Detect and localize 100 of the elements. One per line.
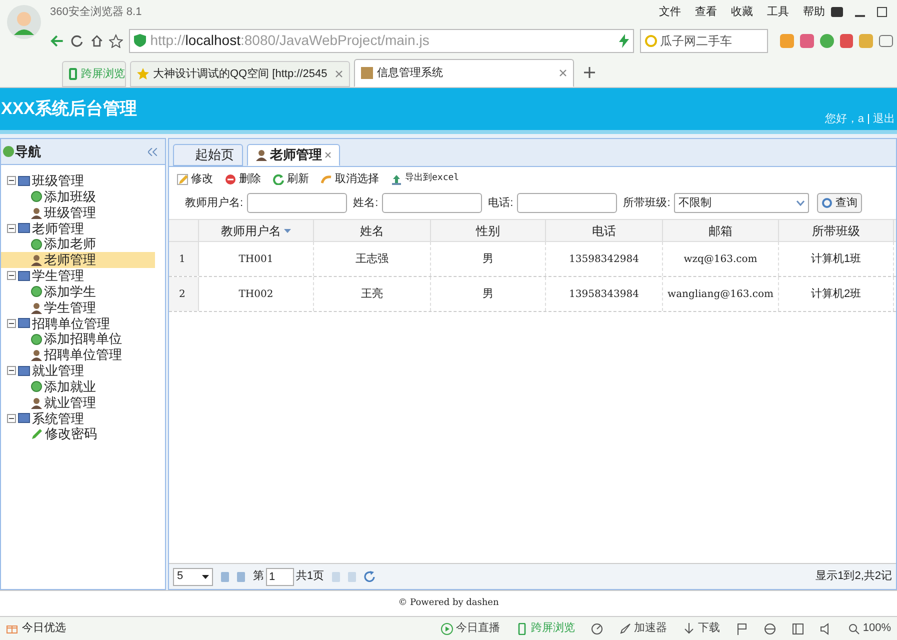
page-count: 共1页 xyxy=(296,569,324,584)
footer-text: © Powered by dashen xyxy=(398,596,499,610)
menu-item[interactable]: 查看 xyxy=(695,4,717,20)
flag-icon[interactable] xyxy=(736,622,748,634)
nav-group[interactable]: 招聘单位管理 xyxy=(32,316,110,331)
new-tab-button[interactable] xyxy=(584,67,595,78)
table-cell: 13958343984 xyxy=(546,277,663,311)
search-engine-icon[interactable] xyxy=(644,34,657,47)
column-header[interactable]: 所带班级 xyxy=(779,220,894,241)
gift-icon[interactable] xyxy=(6,623,18,634)
rocket-icon xyxy=(618,622,631,634)
nav-item[interactable]: 添加就业 xyxy=(1,378,165,394)
field-label: 所带班级: xyxy=(623,196,670,211)
column-header[interactable]: 电话 xyxy=(546,220,663,241)
app-title: XXX系统后台管理 xyxy=(1,98,138,120)
collapse-icon[interactable] xyxy=(148,148,157,156)
avatar-icon[interactable] xyxy=(6,4,42,40)
lightning-icon[interactable] xyxy=(618,34,629,48)
status-item[interactable]: 下载 xyxy=(682,620,720,637)
add-icon xyxy=(31,191,42,202)
game-icon[interactable] xyxy=(879,34,893,47)
toggle-icon[interactable] xyxy=(7,224,16,233)
toggle-icon[interactable] xyxy=(7,176,16,186)
nav-item[interactable]: 修改密码 xyxy=(1,426,165,442)
close-icon[interactable] xyxy=(325,152,331,158)
input-field[interactable] xyxy=(517,193,618,213)
nav-item[interactable]: 添加班级 xyxy=(1,188,165,204)
download-icon xyxy=(682,622,695,634)
add-icon xyxy=(31,286,42,297)
home-icon[interactable] xyxy=(90,34,104,48)
table-cell: wangliang@163.com xyxy=(663,277,779,311)
page-size-dropdown[interactable]: 5 xyxy=(173,568,213,586)
menu-item[interactable]: 帮助 xyxy=(803,4,825,20)
star-icon[interactable] xyxy=(109,34,124,48)
content-tab[interactable]: 起始页 xyxy=(173,144,243,166)
status-item[interactable]: 今日直播 xyxy=(440,620,500,637)
table-cell: 13598342984 xyxy=(546,242,663,276)
monitor-icon xyxy=(18,318,30,328)
nav-group[interactable]: 学生管理 xyxy=(32,268,84,284)
nav-item[interactable]: 添加老师 xyxy=(1,236,165,252)
nav-item[interactable]: 招聘单位管理 xyxy=(1,347,165,363)
menu-item[interactable]: 工具 xyxy=(767,4,789,20)
page-input[interactable]: 1 xyxy=(266,568,294,586)
field-label: 教师用户名: xyxy=(185,196,244,211)
nav-item[interactable]: 学生管理 xyxy=(1,300,165,316)
address-bar[interactable]: http://localhost:8080/JavaWebProject/main.js xyxy=(129,28,634,53)
search-field[interactable]: 瓜子网二手车 xyxy=(640,28,768,53)
toggle-icon[interactable] xyxy=(7,318,16,328)
maximize-icon[interactable] xyxy=(877,7,887,17)
refresh-icon xyxy=(273,174,284,184)
search-button[interactable]: 查询 xyxy=(817,193,862,213)
monitor-icon xyxy=(18,176,30,186)
page-icon xyxy=(361,67,373,79)
nav-item[interactable]: 添加招聘单位 xyxy=(1,331,165,347)
column-header[interactable]: 性别 xyxy=(431,220,546,241)
toggle-icon[interactable] xyxy=(7,414,16,423)
close-icon[interactable] xyxy=(335,70,343,78)
nav-item[interactable]: 添加学生 xyxy=(1,284,165,300)
status-item[interactable]: 加速器 xyxy=(618,620,667,637)
window-icon[interactable] xyxy=(792,622,804,634)
input-field[interactable] xyxy=(382,193,482,213)
column-header[interactable]: 邮箱 xyxy=(663,220,779,241)
content-tab[interactable]: 老师管理 xyxy=(247,144,340,166)
nav-item[interactable]: 就业管理 xyxy=(1,394,165,410)
nav-group[interactable]: 老师管理 xyxy=(32,220,84,236)
class-dropdown[interactable]: 不限制 xyxy=(674,193,810,213)
table-cell: TH001 xyxy=(199,242,314,276)
column-header[interactable]: 教师用户名 xyxy=(199,220,314,241)
table-cell: 男 xyxy=(431,242,546,276)
status-item[interactable]: 100% xyxy=(848,620,891,637)
toolbar-button[interactable]: 删除 xyxy=(225,170,261,188)
nav-group[interactable]: 系统管理 xyxy=(32,410,84,426)
close-icon[interactable] xyxy=(559,69,567,77)
menu-item[interactable]: 文件 xyxy=(659,4,681,20)
play-icon xyxy=(440,622,453,634)
globe-icon[interactable] xyxy=(764,622,776,634)
gauge-icon[interactable] xyxy=(590,622,603,634)
nav-item[interactable]: 班级管理 xyxy=(1,204,165,220)
column-header[interactable]: 姓名 xyxy=(314,220,431,241)
browser-tab[interactable]: 大神设计调试的QQ空间 [http://2545 xyxy=(130,61,350,87)
toggle-icon[interactable] xyxy=(7,366,16,376)
menu-item[interactable]: 收藏 xyxy=(731,4,753,20)
nav-group[interactable]: 就业管理 xyxy=(32,363,84,378)
refresh-icon[interactable] xyxy=(364,571,376,582)
table-cell: 计算机1班 xyxy=(779,242,894,276)
toolbar-button[interactable]: 刷新 xyxy=(273,170,309,188)
nav-group[interactable]: 班级管理 xyxy=(32,173,84,188)
toggle-icon[interactable] xyxy=(7,271,16,280)
window-title: 360安全浏览器 8.1 xyxy=(50,4,142,20)
back-icon[interactable] xyxy=(50,34,64,48)
phone-icon xyxy=(69,68,77,80)
nav-item[interactable]: 老师管理 xyxy=(1,252,155,268)
input-field[interactable] xyxy=(247,193,348,213)
monitor-icon xyxy=(18,270,30,281)
toolbar-button[interactable]: 修改 xyxy=(177,170,213,188)
toolbar-button[interactable]: 导出到excel xyxy=(391,172,460,186)
browser-tab[interactable]: 信息管理系统 xyxy=(354,59,574,87)
status-link[interactable]: 今日优选 xyxy=(22,620,66,637)
toolbar-button[interactable]: 取消选择 xyxy=(321,170,379,188)
reload-icon[interactable] xyxy=(70,34,84,48)
